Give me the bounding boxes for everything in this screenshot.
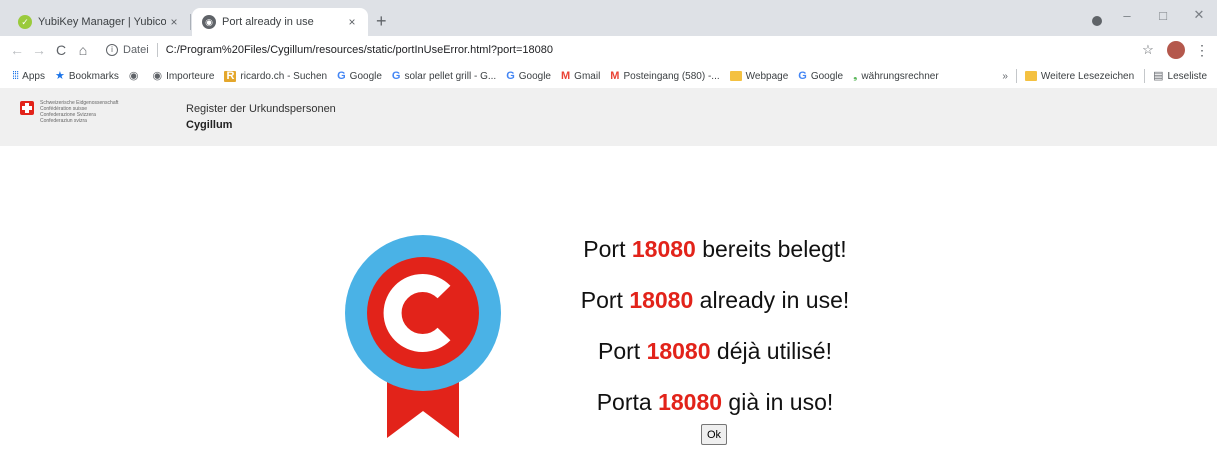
google-icon: G (391, 69, 401, 82)
folder-icon (1024, 71, 1037, 81)
apps-grid-icon: ⁞⁞⁞ (12, 69, 19, 82)
globe-icon: ◉ (152, 69, 163, 82)
ok-button[interactable]: Ok (701, 424, 727, 445)
bookmark-gmail[interactable]: M Gmail (561, 69, 600, 82)
port-number: 18080 (631, 236, 696, 262)
app-name: Cygillum (186, 119, 233, 131)
bookmark-other-bookmarks[interactable]: Weitere Lesezeichen (1024, 71, 1134, 82)
google-icon: G (798, 69, 807, 82)
bookmark-waehrungsrechner[interactable]: ❟ währungsrechner (853, 69, 939, 82)
register-title: Register der Urkundspersonen (186, 103, 336, 115)
profile-avatar[interactable] (1167, 41, 1185, 59)
site-info-icon[interactable]: i (106, 44, 118, 56)
address-separator (156, 43, 158, 57)
bookmark-apps[interactable]: ⁞⁞⁞ Apps (12, 69, 45, 82)
globe-favicon-icon: ◉ (202, 15, 216, 29)
page-header: Schweizerische Eidgenossenschaft Confédé… (0, 88, 1217, 146)
tab-yubikey-manager[interactable]: ✓ YubiKey Manager | Yubico × (8, 8, 190, 36)
bookmark-reading-list[interactable]: ▤ Leseliste (1153, 69, 1207, 82)
bookmark-google[interactable]: G Google (798, 69, 843, 82)
more-bookmarks-button[interactable]: » (1002, 71, 1008, 82)
bookmarks-bar: ⁞⁞⁞ Apps ★ Bookmarks ◉ ◉ Importeure Rricard… (0, 64, 1217, 88)
google-icon: G (337, 69, 346, 82)
bookmark-posteingang[interactable]: M Posteingang (580) -... (610, 69, 719, 82)
tab-title: Port already in use (222, 16, 314, 28)
bookmark-ricardo[interactable]: Rricardo.ch - Suchen (224, 69, 327, 82)
bookmarks-bar-right: » Weitere Lesezeichen ▤ Leseliste (1002, 64, 1217, 88)
reload-button[interactable]: C (50, 42, 72, 58)
home-button[interactable]: ⌂ (72, 42, 94, 58)
google-icon: G (506, 69, 515, 82)
bookmark-importeure[interactable]: ◉ Importeure (152, 69, 214, 82)
port-number: 18080 (629, 287, 694, 313)
new-tab-button[interactable]: + (376, 12, 387, 30)
cygillum-badge-logo (345, 235, 501, 438)
swiss-flag-icon (20, 101, 34, 115)
security-label: Datei (123, 44, 149, 56)
tab-close-icon[interactable]: × (166, 15, 182, 29)
bookmarks-separator (1144, 69, 1146, 83)
back-button[interactable]: ← (6, 42, 28, 58)
message-fr: Port 18080 déjà utilisé! (597, 338, 832, 364)
confederation-names: Schweizerische Eidgenossenschaft Confédé… (40, 100, 118, 124)
address-toolbar: ← → C ⌂ i Datei C:/Program%20Files/Cygil… (0, 36, 1217, 64)
bookmark-solar-pellet-grill[interactable]: Gsolar pellet grill - G... (391, 69, 496, 82)
bookmark-bookmarks[interactable]: ★ Bookmarks (54, 69, 119, 82)
bookmark-google[interactable]: G Google (337, 69, 382, 82)
tab-title: YubiKey Manager | Yubico (38, 16, 166, 28)
port-number: 18080 (646, 338, 711, 364)
yubico-favicon-icon: ✓ (18, 15, 32, 29)
maximize-button[interactable]: □ (1145, 8, 1181, 23)
ricardo-icon: R (224, 69, 237, 82)
swirl-icon: ❟ (853, 69, 858, 82)
tab-close-icon[interactable]: × (344, 15, 360, 29)
message-de: Port 18080 bereits belegt! (583, 236, 847, 262)
port-error-messages: Port 18080 bereits belegt! Port 18080 al… (520, 230, 910, 434)
gmail-icon: M (610, 69, 620, 82)
bookmark-globe[interactable]: ◉ (128, 69, 143, 82)
tab-separator (190, 14, 191, 30)
bookmark-google[interactable]: G Google (506, 69, 551, 82)
folder-icon (729, 71, 742, 81)
message-en: Port 18080 already in use! (580, 287, 850, 313)
browser-menu-icon[interactable]: ⋮ (1193, 42, 1211, 59)
url-input[interactable]: C:/Program%20Files/Cygillum/resources/st… (166, 44, 1137, 56)
gmail-icon: M (561, 69, 571, 82)
bookmark-webpage-folder[interactable]: Webpage (729, 71, 788, 82)
incognito-indicator-icon[interactable] (1092, 16, 1102, 26)
globe-icon: ◉ (128, 69, 139, 82)
tab-port-in-use[interactable]: ◉ Port already in use × (192, 8, 368, 36)
minimize-button[interactable]: – (1109, 8, 1145, 23)
reading-list-icon: ▤ (1153, 69, 1164, 82)
bookmark-star-icon[interactable]: ☆ (1137, 42, 1159, 58)
forward-button[interactable]: → (28, 42, 50, 58)
window-controls: – □ ✕ (1109, 0, 1217, 30)
bookmarks-separator (1015, 69, 1017, 83)
port-number: 18080 (658, 389, 723, 415)
star-icon: ★ (54, 69, 65, 82)
confederation-name-rm: Confederaziun svizra (40, 118, 87, 124)
close-window-button[interactable]: ✕ (1181, 7, 1217, 23)
page-content: Schweizerische Eidgenossenschaft Confédé… (0, 88, 1217, 475)
tab-strip: ✓ YubiKey Manager | Yubico × ◉ Port alre… (0, 0, 1217, 36)
